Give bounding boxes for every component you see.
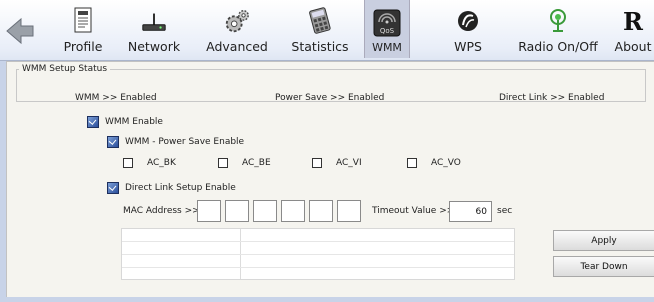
wmm-enable-check[interactable]	[87, 116, 99, 128]
back-arrow-icon	[6, 17, 34, 45]
ac-vo-label: AC_VO	[431, 158, 461, 168]
wmm-setup-status-group: WMM Setup Status WMM >> Enabled Power Sa…	[16, 64, 646, 103]
wmm-setup-status-legend: WMM Setup Status	[22, 64, 108, 74]
calculator-icon	[306, 7, 334, 35]
ac-vo-checkbox[interactable]: AC_VO	[407, 158, 461, 168]
ac-vi-label: AC_VI	[336, 158, 362, 168]
table-row-divider	[122, 241, 514, 242]
ac-bk-checkbox[interactable]: AC_BK	[123, 158, 176, 168]
ac-be-checkbox[interactable]: AC_BE	[218, 158, 271, 168]
mac-octet-4-input[interactable]	[281, 200, 305, 222]
tab-network-label: Network	[127, 39, 181, 54]
tab-advanced[interactable]: Advanced	[202, 0, 272, 58]
mac-octet-5-input[interactable]	[309, 200, 333, 222]
gears-icon	[223, 7, 251, 35]
tab-wps[interactable]: WPS	[445, 0, 491, 58]
wmm-enable-checkbox[interactable]: WMM Enable	[87, 116, 163, 128]
tab-wmm-label: WMM	[372, 41, 402, 54]
status-direct-link: Direct Link >> Enabled	[499, 93, 605, 103]
mac-address-label: MAC Address >>	[123, 206, 200, 216]
mac-octet-2-input[interactable]	[225, 200, 249, 222]
tab-profile[interactable]: Profile	[48, 0, 118, 58]
ralink-logo-letter: R	[623, 6, 643, 36]
apply-button[interactable]: Apply	[553, 230, 654, 251]
direct-link-enable-check[interactable]	[107, 182, 119, 194]
timeout-unit-label: sec	[497, 206, 513, 216]
ac-vo-check[interactable]	[407, 158, 417, 168]
direct-link-table[interactable]	[121, 228, 515, 280]
ac-be-check[interactable]	[218, 158, 228, 168]
tab-network[interactable]: Network	[119, 0, 189, 58]
status-power-save: Power Save >> Enabled	[275, 93, 385, 103]
tear-down-button[interactable]: Tear Down	[553, 256, 654, 277]
ralink-logo-icon: R	[619, 6, 647, 36]
back-arrow-button[interactable]	[2, 12, 38, 50]
wmm-enable-label: WMM Enable	[105, 117, 163, 127]
status-wmm: WMM >> Enabled	[75, 93, 157, 103]
router-icon	[140, 7, 168, 35]
power-save-enable-checkbox[interactable]: WMM - Power Save Enable	[107, 136, 244, 148]
timeout-value-label: Timeout Value >>	[372, 206, 455, 216]
ac-vi-check[interactable]	[312, 158, 322, 168]
tab-about-label: About	[614, 39, 652, 54]
direct-link-enable-label: Direct Link Setup Enable	[125, 183, 236, 193]
window-bottom-edge	[0, 297, 654, 302]
radio-antenna-icon	[544, 7, 572, 35]
tab-radio-on-off[interactable]: Radio On/Off	[513, 0, 603, 58]
mac-octet-6-input[interactable]	[337, 200, 361, 222]
power-save-enable-label: WMM - Power Save Enable	[125, 137, 245, 147]
direct-link-enable-checkbox[interactable]: Direct Link Setup Enable	[107, 182, 236, 194]
tab-wmm[interactable]: QoS WMM	[364, 0, 410, 58]
qos-icon-text: QoS	[380, 27, 395, 35]
table-row-divider	[122, 254, 514, 255]
ac-vi-checkbox[interactable]: AC_VI	[312, 158, 362, 168]
mac-octet-1-input[interactable]	[197, 200, 221, 222]
ac-bk-label: AC_BK	[147, 158, 176, 168]
toolbar: Profile Network Advanced Statistics QoS …	[0, 0, 654, 61]
tab-radio-on-off-label: Radio On/Off	[518, 39, 598, 54]
table-row-divider	[122, 267, 514, 268]
tab-advanced-label: Advanced	[206, 39, 268, 54]
tab-statistics[interactable]: Statistics	[285, 0, 355, 58]
tab-wps-label: WPS	[454, 39, 482, 54]
wps-icon	[454, 7, 482, 35]
tab-profile-label: Profile	[63, 39, 103, 54]
tab-about[interactable]: R About	[612, 0, 654, 58]
tab-statistics-label: Statistics	[291, 39, 349, 54]
power-save-enable-check[interactable]	[107, 136, 119, 148]
ac-bk-check[interactable]	[123, 158, 133, 168]
qos-icon: QoS	[373, 9, 401, 37]
ac-be-label: AC_BE	[242, 158, 271, 168]
profile-document-icon	[69, 7, 97, 35]
timeout-value-input[interactable]: 60	[449, 201, 492, 222]
mac-octet-3-input[interactable]	[253, 200, 277, 222]
